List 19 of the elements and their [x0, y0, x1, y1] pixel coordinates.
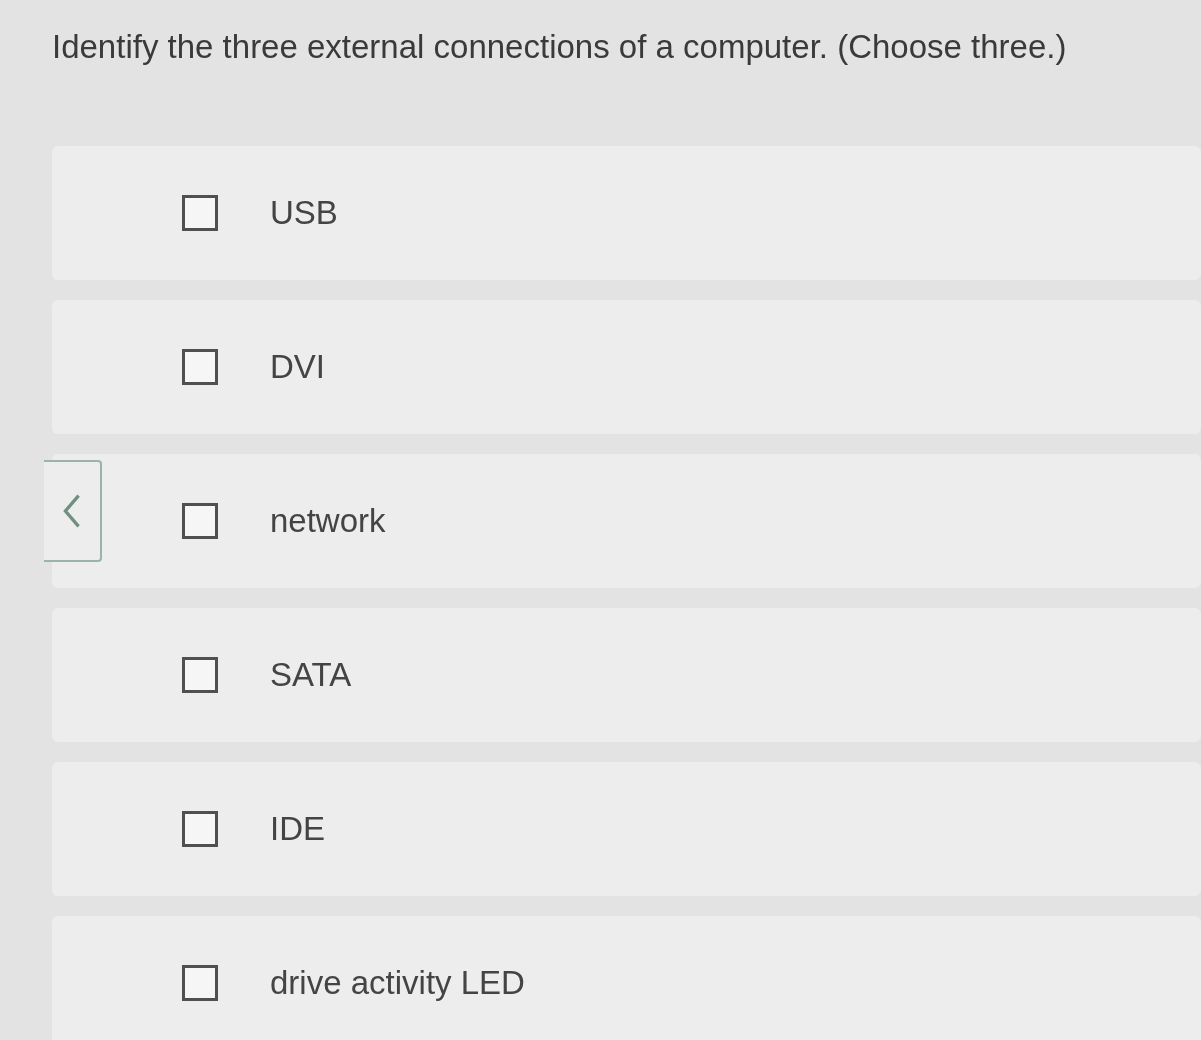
checkbox[interactable] [182, 811, 218, 847]
option-label: network [270, 502, 386, 540]
answer-option[interactable]: network [52, 454, 1201, 588]
answer-option[interactable]: IDE [52, 762, 1201, 896]
option-label: IDE [270, 810, 325, 848]
checkbox[interactable] [182, 503, 218, 539]
answer-option[interactable]: SATA [52, 608, 1201, 742]
option-label: USB [270, 194, 338, 232]
answer-option[interactable]: DVI [52, 300, 1201, 434]
checkbox[interactable] [182, 349, 218, 385]
answer-option[interactable]: USB [52, 146, 1201, 280]
option-label: SATA [270, 656, 352, 694]
checkbox[interactable] [182, 965, 218, 1001]
option-label: DVI [270, 348, 325, 386]
checkbox[interactable] [182, 657, 218, 693]
checkbox[interactable] [182, 195, 218, 231]
question-text: Identify the three external connections of a computer. (Choose three.) [52, 28, 1068, 66]
option-label: drive activity LED [270, 964, 525, 1002]
answer-option[interactable]: drive activity LED [52, 916, 1201, 1040]
